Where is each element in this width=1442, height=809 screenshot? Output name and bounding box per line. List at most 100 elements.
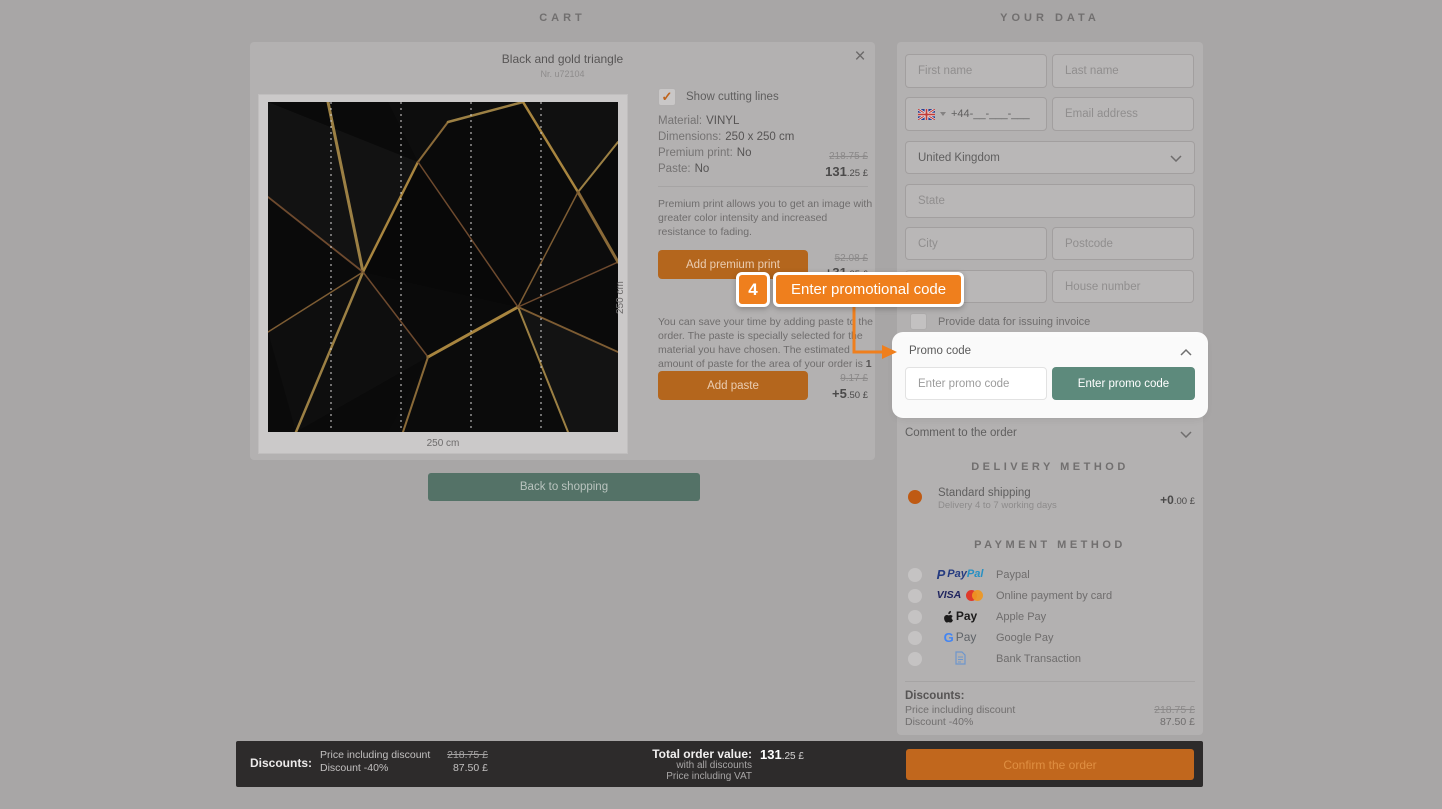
cart-header: CART	[250, 12, 875, 24]
phone-value: +44-__-___-___	[951, 108, 1030, 120]
google-pay-label: Google Pay	[996, 632, 1053, 644]
material-label: Material:	[658, 115, 702, 127]
phone-input[interactable]: +44-__-___-___	[905, 97, 1047, 131]
checkout-page: CART YOUR DATA Black and gold triangle N…	[0, 0, 1442, 809]
product-title: Black and gold triangle	[250, 52, 875, 66]
state-input[interactable]	[905, 184, 1195, 218]
paypal-logo-text-2: Pal	[967, 568, 984, 580]
annotation-step-badge: 4	[736, 272, 770, 307]
bottom-discount-row2-value: 87.50 £	[420, 762, 488, 775]
discounts-divider	[905, 681, 1195, 682]
house-number-input[interactable]	[1052, 270, 1194, 303]
standard-shipping-label: Standard shipping	[938, 487, 1031, 499]
paste-label: Paste:	[658, 163, 691, 175]
total-int: 131	[760, 747, 782, 762]
paste-add-int: +5	[832, 386, 847, 401]
apple-pay-label: Apple Pay	[996, 611, 1046, 623]
discounts-title: Discounts:	[905, 690, 964, 702]
flag-caret-icon	[940, 112, 946, 116]
standard-shipping-sub: Delivery 4 to 7 working days	[938, 500, 1057, 511]
city-input[interactable]	[905, 227, 1047, 260]
annotation-arrow-icon	[846, 307, 906, 367]
product-image	[268, 102, 618, 432]
your-data-header: YOUR DATA	[897, 12, 1203, 24]
tutorial-annotation: 4 Enter promotional code	[736, 272, 964, 307]
image-height-label: 250 cm	[615, 250, 626, 314]
discount-row2-value: 87.50 £	[1085, 716, 1195, 728]
back-to-shopping-button[interactable]: Back to shopping	[428, 473, 700, 501]
paypal-logo-icon: PPayPal	[930, 566, 990, 582]
paypal-radio[interactable]	[908, 568, 922, 582]
apple-icon	[943, 610, 954, 623]
enter-promo-code-button[interactable]: Enter promo code	[1052, 367, 1195, 400]
postcode-input[interactable]	[1052, 227, 1194, 260]
premium-old-price: 52.08 £	[708, 253, 868, 264]
bank-transaction-label: Bank Transaction	[996, 653, 1081, 665]
visa-mastercard-logo-icon: VISA	[930, 587, 990, 603]
paste-add-price: +5.50 £	[708, 385, 868, 403]
standard-shipping-radio[interactable]	[908, 490, 922, 504]
total-sub1: with all discounts	[640, 760, 752, 771]
shipping-price-int: +0	[1160, 493, 1174, 507]
dimensions-row: Dimensions:250 x 250 cm	[658, 131, 794, 143]
paste-row: Paste:No	[658, 163, 709, 175]
show-cutting-lines-checkbox[interactable]: ✓	[658, 88, 676, 106]
material-row: Material: VINYL	[658, 115, 739, 127]
paypal-monogram-icon: P	[937, 567, 946, 582]
bottom-discount-row2-label: Discount -40%	[320, 762, 388, 775]
discount-row2-label: Discount -40%	[905, 716, 973, 728]
chevron-up-icon[interactable]	[1180, 348, 1192, 356]
shipping-price-frac: .00 £	[1174, 496, 1195, 507]
mastercard-logo-icon	[966, 590, 983, 601]
country-select[interactable]: United Kingdom	[905, 141, 1195, 174]
dimensions-value: 250 x 250 cm	[725, 131, 794, 143]
paste-add-frac: .50 £	[847, 390, 868, 401]
discount-row1-value: 218.75 £	[1085, 704, 1195, 716]
email-input[interactable]	[1052, 97, 1194, 131]
bank-transaction-radio[interactable]	[908, 652, 922, 666]
last-name-input[interactable]	[1052, 54, 1194, 88]
promo-code-input[interactable]	[905, 367, 1047, 400]
comment-chevron-down-icon[interactable]	[1180, 430, 1192, 438]
shipping-price: +0.00 £	[1095, 491, 1195, 509]
bottom-discount-row1-label: Price including discount	[320, 749, 430, 762]
gpay-logo-text: Pay	[956, 630, 977, 644]
card-radio[interactable]	[908, 589, 922, 603]
google-pay-logo-icon: G Pay	[930, 629, 990, 645]
google-g-icon: G	[944, 630, 954, 645]
total-sub2: Price including VAT	[640, 771, 752, 782]
paypal-logo-text-1: Pay	[947, 568, 967, 580]
chevron-down-icon	[1170, 154, 1182, 162]
country-value: United Kingdom	[918, 152, 1000, 164]
apple-pay-radio[interactable]	[908, 610, 922, 624]
bottom-discounts-title: Discounts:	[250, 756, 312, 770]
invoice-checkbox[interactable]	[910, 313, 927, 330]
invoice-checkbox-label: Provide data for issuing invoice	[938, 316, 1090, 328]
cart-divider	[658, 186, 868, 187]
product-price-frac: .25 £	[847, 168, 868, 179]
premium-description: Premium print allows you to get an image…	[658, 198, 874, 240]
card-label: Online payment by card	[996, 590, 1112, 602]
payment-method-header: PAYMENT METHOD	[897, 539, 1203, 551]
total-order-label: Total order value:	[640, 747, 752, 761]
apple-pay-logo-text: Pay	[956, 609, 977, 623]
comment-toggle-label[interactable]: Comment to the order	[905, 427, 1017, 439]
google-pay-radio[interactable]	[908, 631, 922, 645]
bank-transaction-logo-icon	[930, 650, 990, 666]
material-value: VINYL	[706, 115, 739, 127]
total-frac: .25 £	[782, 751, 804, 762]
discount-row1-label: Price including discount	[905, 704, 1015, 716]
first-name-input[interactable]	[905, 54, 1047, 88]
promo-code-section: Promo code Enter promo code	[897, 337, 1203, 413]
bank-document-icon	[954, 651, 967, 665]
visa-logo-text: VISA	[937, 589, 962, 601]
close-icon[interactable]: ×	[848, 45, 872, 69]
uk-flag-icon	[918, 109, 935, 120]
total-order-value: 131.25 £	[760, 746, 804, 764]
checkmark-icon: ✓	[662, 89, 673, 105]
image-width-label: 250 cm	[268, 438, 618, 449]
confirm-order-button[interactable]: Confirm the order	[906, 749, 1194, 780]
product-price: 131.25 £	[708, 163, 868, 181]
product-number: Nr. u72104	[250, 69, 875, 79]
product-price-int: 131	[825, 164, 847, 179]
